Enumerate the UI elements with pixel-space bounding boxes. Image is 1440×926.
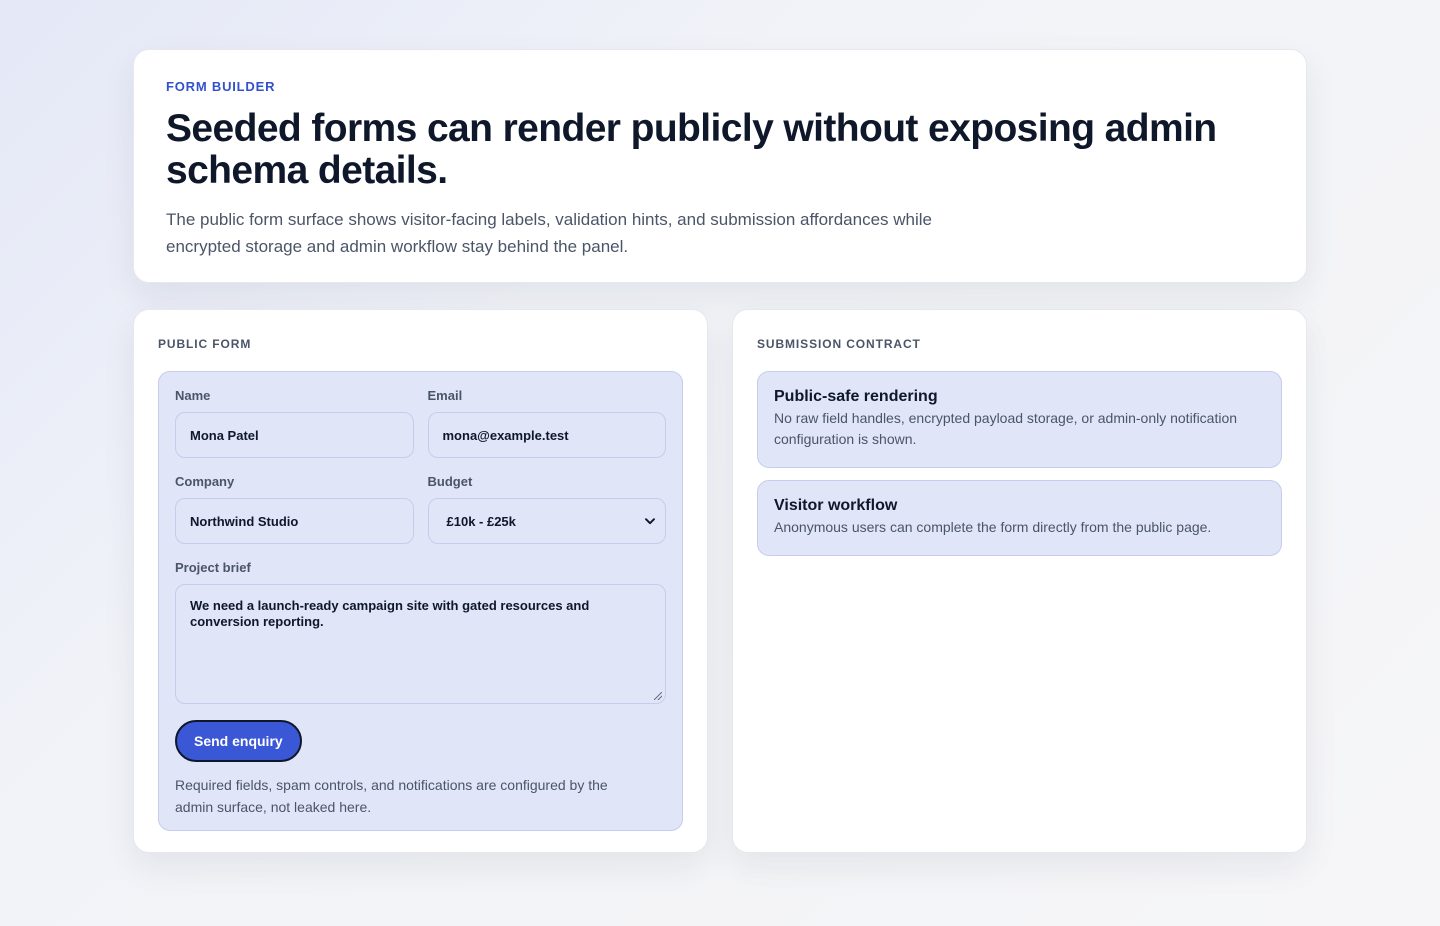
project-brief-text: We need a launch-ready campaign site wit… — [190, 598, 590, 629]
contract-card-public-safe: Public-safe rendering No raw field handl… — [757, 371, 1282, 468]
chevron-down-icon — [645, 514, 655, 528]
contract-card-visitor-workflow: Visitor workflow Anonymous users can com… — [757, 480, 1282, 556]
contract-card-body: Anonymous users can complete the form di… — [774, 519, 1212, 535]
budget-label: Budget — [427, 474, 473, 489]
name-input[interactable]: Mona Patel — [175, 412, 414, 458]
company-input[interactable]: Northwind Studio — [175, 498, 414, 544]
contract-card-title: Public-safe rendering — [774, 388, 938, 405]
public-form-panel: PUBLIC FORM Name Mona Patel Email mona@e… — [133, 309, 708, 853]
hero-card: FORM BUILDER Seeded forms can render pub… — [133, 49, 1307, 283]
send-enquiry-button[interactable]: Send enquiry — [175, 720, 302, 762]
budget-field-group: Budget £10k - £25k — [427, 474, 666, 544]
budget-select[interactable]: £10k - £25k — [427, 498, 666, 544]
name-label: Name — [175, 388, 211, 403]
contract-card-body: No raw field handles, encrypted payload … — [774, 410, 1238, 447]
enquiry-form: Name Mona Patel Email mona@example.test … — [158, 371, 683, 831]
name-field-group: Name Mona Patel — [175, 388, 414, 458]
email-input[interactable]: mona@example.test — [427, 412, 666, 458]
email-field-group: Email mona@example.test — [427, 388, 666, 458]
contract-card-title: Visitor workflow — [774, 497, 898, 514]
resize-handle-icon[interactable] — [654, 692, 662, 700]
submission-contract-panel: SUBMISSION CONTRACT Public-safe renderin… — [732, 309, 1307, 853]
submission-contract-heading: SUBMISSION CONTRACT — [757, 337, 921, 351]
email-label: Email — [427, 388, 463, 403]
budget-selected-value: £10k - £25k — [446, 513, 516, 529]
brief-field-group: Project brief We need a launch-ready cam… — [175, 560, 666, 704]
page-description: The public form surface shows visitor-fa… — [166, 210, 933, 256]
company-label: Company — [175, 474, 235, 489]
brief-label: Project brief — [175, 560, 251, 575]
form-footnote: Required fields, spam controls, and noti… — [175, 777, 608, 815]
page-title: Seeded forms can render publicly without… — [166, 107, 1217, 192]
public-form-heading: PUBLIC FORM — [158, 337, 252, 351]
eyebrow-label: FORM BUILDER — [166, 79, 276, 94]
company-field-group: Company Northwind Studio — [175, 474, 414, 544]
project-brief-textarea[interactable]: We need a launch-ready campaign site wit… — [175, 584, 666, 704]
